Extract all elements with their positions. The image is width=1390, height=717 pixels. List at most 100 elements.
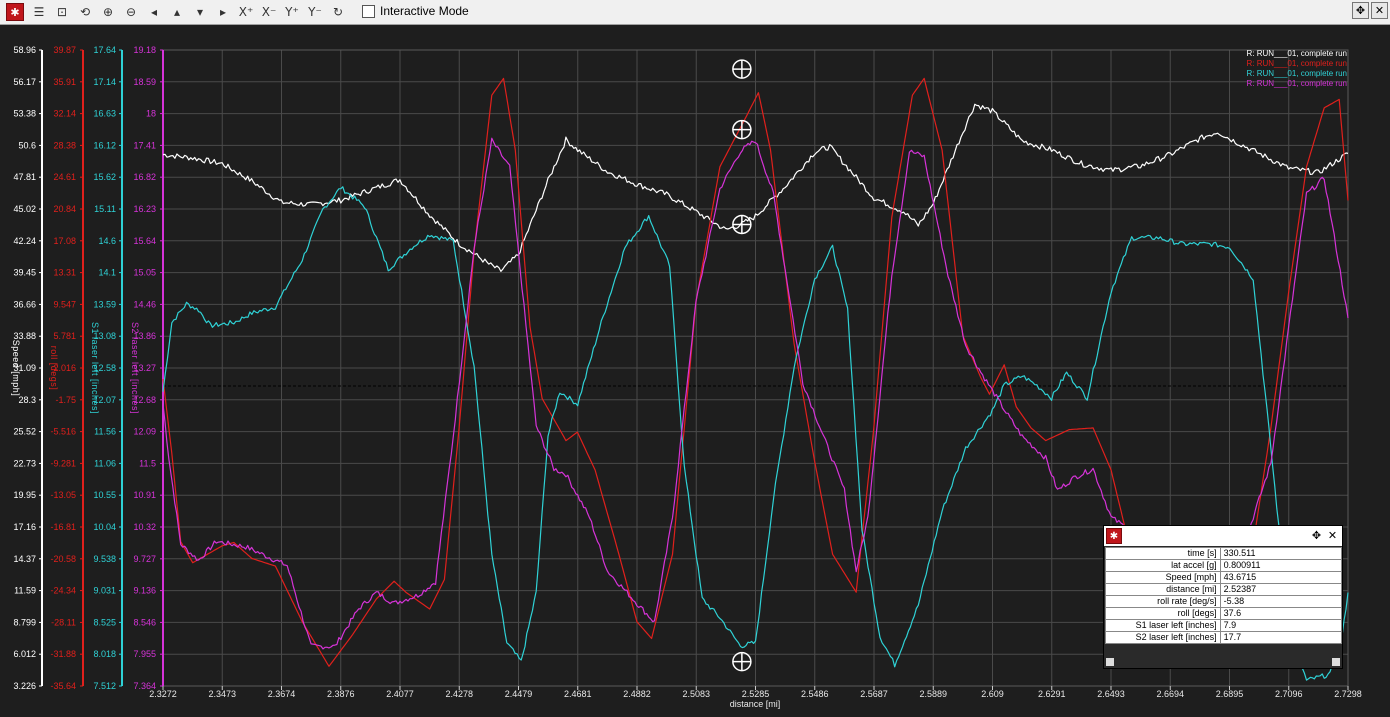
refresh-icon[interactable]: ↻ [329,3,347,21]
resize-handle-right[interactable] [1332,658,1340,666]
interactive-mode-checkbox[interactable] [362,4,375,18]
popup-row-key: Speed [mph] [1105,571,1221,584]
x-tick-label: 2.3272 [149,689,177,699]
y-tick-label-roll: -35.64 [50,681,76,691]
y-tick-label-speed: 58.96 [13,45,36,55]
y-tick-label-roll: -31.88 [50,649,76,659]
zoom-in-icon[interactable]: ⊕ [99,3,117,21]
y-axis-title-s2: S2 laser left [inches] [130,322,140,414]
popup-row-value: 17.7 [1219,631,1343,644]
x-tick-label: 2.3876 [327,689,355,699]
cursor-crosshair-roll [732,59,752,79]
popup-row-value: 330.511 [1219,547,1343,560]
pan-left-icon[interactable]: ◂ [145,3,163,21]
toolbar: ✱ ☰ ⊡ ⟲ ⊕ ⊖ ◂ ▴ ▾ ▸ X⁺ X⁻ Y⁺ Y⁻ ↻ Intera… [0,0,1390,25]
y-tick-label-speed: 45.02 [13,204,36,214]
legend-entry: R: RUN___01, complete run [1247,59,1348,68]
y-tick-label-s2: 17.41 [133,140,156,150]
add-y-cursor-icon[interactable]: Y⁺ [283,3,301,21]
zoom-out-icon[interactable]: ⊖ [122,3,140,21]
close-icon[interactable]: ✕ [1371,2,1388,19]
zoom-window-icon[interactable]: ⊡ [53,3,71,21]
y-tick-label-speed: 42.24 [13,236,36,246]
add-x-cursor-icon[interactable]: X⁺ [237,3,255,21]
x-tick-label: 2.4077 [386,689,414,699]
popup-row-value: 7.9 [1219,619,1343,632]
x-tick-label: 2.5486 [801,689,829,699]
x-tick-label: 2.4278 [445,689,473,699]
remove-x-cursor-icon[interactable]: X⁻ [260,3,278,21]
cursor-values-popup[interactable]: ✱ ✥ ✕ time [s] 330.511 lat accel [g] 0.8009… [1103,525,1343,669]
y-tick-label-s1: 17.14 [93,77,116,87]
y-tick-label-s1: 16.12 [93,140,116,150]
y-tick-label-s1: 13.59 [93,299,116,309]
x-tick-label: 2.4882 [623,689,651,699]
remove-y-cursor-icon[interactable]: Y⁻ [306,3,324,21]
y-tick-label-speed: 6.012 [13,649,36,659]
resize-handle-left[interactable] [1106,658,1114,666]
popup-row: lat accel [g] 0.800911 [1105,559,1343,572]
popup-row-key: lat accel [g] [1105,559,1221,572]
y-tick-label-s1: 8.525 [93,617,116,627]
checklist-icon[interactable]: ☰ [30,3,48,21]
popup-row-key: roll rate [deg/s] [1105,595,1221,608]
x-tick-label: 2.7096 [1275,689,1303,699]
y-tick-label-s2: 14.46 [133,299,156,309]
y-tick-label-roll: -16.81 [50,522,76,532]
move-icon[interactable]: ✥ [1352,2,1369,19]
cursor-crosshair-s1 [732,651,752,672]
zoom-fit-icon[interactable]: ⟲ [76,3,94,21]
move-icon[interactable]: ✥ [1309,528,1324,543]
x-tick-label: 2.3473 [208,689,236,699]
settings-icon[interactable]: ✱ [6,3,24,21]
popup-row: Speed [mph] 43.6715 [1105,571,1343,584]
popup-row-key: S1 laser left [inches] [1105,619,1221,632]
pan-up-icon[interactable]: ▴ [168,3,186,21]
settings-icon[interactable]: ✱ [1106,528,1122,544]
y-tick-label-s2: 16.23 [133,204,156,214]
y-tick-label-speed: 56.17 [13,77,36,87]
y-tick-label-roll: -5.516 [50,427,76,437]
x-tick-label: 2.6493 [1097,689,1125,699]
y-tick-label-speed: 53.38 [13,109,36,119]
y-tick-label-s1: 9.538 [93,554,116,564]
y-tick-label-roll: 39.87 [53,45,76,55]
x-tick-label: 2.4681 [564,689,592,699]
legend-entry: R: RUN___01, complete run [1247,79,1348,88]
pan-down-icon[interactable]: ▾ [191,3,209,21]
x-tick-label: 2.4479 [505,689,533,699]
y-tick-label-roll: -13.05 [50,490,76,500]
y-tick-label-s2: 7.955 [133,649,156,659]
y-tick-label-roll: -20.58 [50,554,76,564]
y-tick-label-s1: 14.6 [98,236,116,246]
y-tick-label-s1: 10.04 [93,522,116,532]
y-tick-label-speed: 25.52 [13,427,36,437]
y-tick-label-s1: 17.64 [93,45,116,55]
popup-row-value: 0.800911 [1219,559,1343,572]
y-tick-label-roll: 9.547 [53,299,76,309]
y-tick-label-s2: 15.64 [133,236,156,246]
popup-row: roll [degs] 37.6 [1105,607,1343,620]
cursor-crosshair-s2 [732,119,752,140]
popup-row: time [s] 330.511 [1105,547,1343,560]
y-tick-label-speed: 47.81 [13,172,36,182]
legend-entry: R: RUN___01, complete run [1247,49,1348,58]
y-tick-label-s2: 10.32 [133,522,156,532]
popup-row-value: 37.6 [1219,607,1343,620]
popup-row-key: roll [degs] [1105,607,1221,620]
y-tick-label-roll: 28.38 [53,140,76,150]
interactive-mode-toggle[interactable]: Interactive Mode [362,4,469,18]
y-tick-label-speed: 36.66 [13,299,36,309]
y-tick-label-s1: 11.06 [94,458,116,468]
pan-right-icon[interactable]: ▸ [214,3,232,21]
y-tick-label-roll: 20.84 [53,204,76,214]
y-tick-label-s1: 15.62 [93,172,116,182]
x-axis-title: distance [mi] [730,699,781,709]
popup-row: distance [mi] 2.52387 [1105,583,1343,596]
y-tick-label-s1: 10.55 [93,490,116,500]
y-tick-label-s2: 19.18 [133,45,156,55]
y-tick-label-roll: -9.281 [50,458,76,468]
y-tick-label-speed: 17.16 [13,522,36,532]
close-icon[interactable]: ✕ [1325,528,1340,543]
y-axis-title-s1: S1 laser left [inches] [90,322,100,414]
